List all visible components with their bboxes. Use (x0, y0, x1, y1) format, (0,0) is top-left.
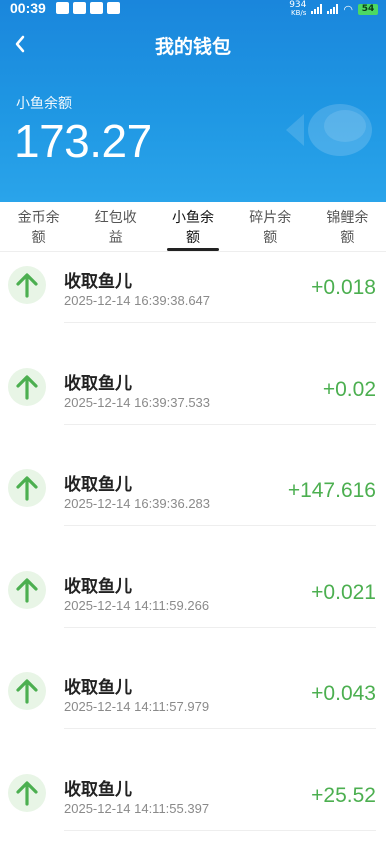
arrow-up-icon (8, 774, 46, 812)
tab-label: 小鱼余额 (171, 208, 215, 248)
record-time: 2025-12-14 16:39:38.647 (64, 293, 210, 308)
divider (64, 627, 376, 628)
divider (64, 728, 376, 729)
tab-label: 锦鲤余额 (325, 208, 369, 248)
tab-label: 碎片余额 (248, 208, 292, 248)
tab-2[interactable]: 小鱼余额 (154, 202, 231, 251)
list-item[interactable]: 收取鱼儿2025-12-14 16:39:37.533 +0.02 (0, 354, 386, 456)
tab-active-indicator (167, 248, 219, 251)
list-item[interactable]: 收取鱼儿2025-12-14 14:11:57.979 +0.043 (0, 658, 386, 760)
record-time: 2025-12-14 14:11:55.397 (64, 801, 209, 816)
tab-label: 红包收益 (94, 208, 138, 248)
arrow-up-icon (8, 571, 46, 609)
record-amount: +25.52 (311, 784, 376, 808)
net-speed-unit: KB/s (291, 9, 306, 17)
list-item[interactable]: 收取鱼儿2025-12-14 14:11:55.397 +25.52 (0, 760, 386, 861)
tab-0[interactable]: 金币余额 (0, 202, 77, 251)
notification-icon (56, 2, 69, 14)
arrow-up-icon (8, 266, 46, 304)
signal-icon (327, 4, 338, 14)
list-item[interactable]: 收取鱼儿2025-12-14 16:39:36.283 +147.616 (0, 455, 386, 557)
balance-tabs: 金币余额红包收益小鱼余额碎片余额锦鲤余额 (0, 202, 386, 252)
record-amount: +0.018 (311, 276, 376, 300)
divider (64, 525, 376, 526)
record-time: 2025-12-14 16:39:37.533 (64, 395, 210, 410)
net-speed: 934 KB/s (289, 1, 306, 17)
balance-label: 小鱼余额 (16, 93, 72, 113)
tab-3[interactable]: 碎片余额 (232, 202, 309, 251)
record-time: 2025-12-14 14:11:59.266 (64, 598, 209, 613)
record-title: 收取鱼儿 (64, 267, 132, 292)
record-title: 收取鱼儿 (64, 673, 132, 698)
record-time: 2025-12-14 16:39:36.283 (64, 496, 210, 511)
record-title: 收取鱼儿 (64, 572, 132, 597)
arrow-up-icon (8, 368, 46, 406)
divider (64, 322, 376, 323)
status-right: 934 KB/s ◠ 54 (289, 1, 378, 17)
record-amount: +0.021 (311, 581, 376, 605)
list-item[interactable]: 收取鱼儿2025-12-14 14:11:59.266 +0.021 (0, 557, 386, 659)
record-list: 收取鱼儿2025-12-14 16:39:38.647+0.018收取鱼儿202… (0, 252, 386, 861)
signal-icon (311, 4, 322, 14)
record-amount: +0.02 (323, 378, 376, 402)
tab-label: 金币余额 (17, 208, 61, 248)
wallet-header: 00:39 934 KB/s ◠ 54 我的钱包 小鱼余额 173.27 (0, 0, 386, 202)
record-time: 2025-12-14 14:11:57.979 (64, 699, 209, 714)
record-title: 收取鱼儿 (64, 369, 132, 394)
notification-icons (56, 2, 120, 14)
balance-value: 173.27 (14, 114, 152, 168)
wifi-icon: ◠ (343, 3, 353, 16)
battery-icon: 54 (358, 4, 378, 15)
arrow-up-icon (8, 469, 46, 507)
tab-4[interactable]: 锦鲤余额 (309, 202, 386, 251)
notification-icon (73, 2, 86, 14)
arrow-up-icon (8, 672, 46, 710)
notification-icon (90, 2, 103, 14)
list-item[interactable]: 收取鱼儿2025-12-14 16:39:38.647 +0.018 (0, 252, 386, 354)
divider (64, 424, 376, 425)
record-title: 收取鱼儿 (64, 775, 132, 800)
record-title: 收取鱼儿 (64, 470, 132, 495)
notification-icon (107, 2, 120, 14)
fish-icon (282, 96, 372, 164)
status-time: 00:39 (10, 0, 46, 16)
page-title: 我的钱包 (0, 32, 386, 59)
record-amount: +147.616 (288, 479, 376, 503)
record-amount: +0.043 (311, 682, 376, 706)
tab-1[interactable]: 红包收益 (77, 202, 154, 251)
status-bar: 00:39 934 KB/s ◠ 54 (0, 0, 386, 18)
